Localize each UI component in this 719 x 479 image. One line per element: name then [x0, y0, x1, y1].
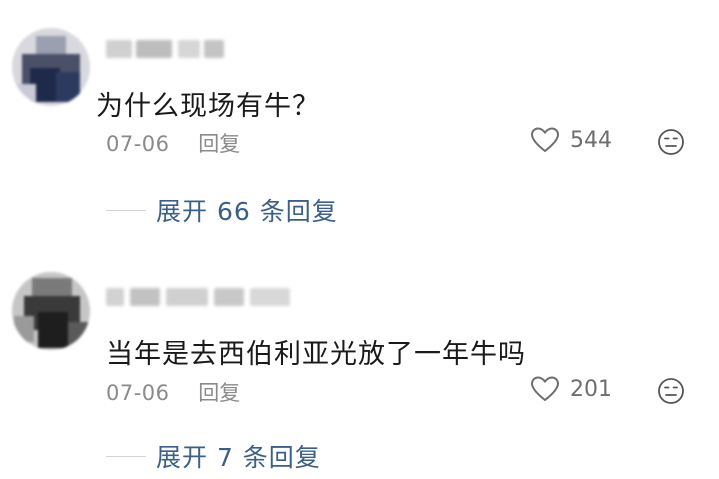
comment-text[interactable]: 为什么现场有牛？ [96, 84, 320, 123]
frown-face-icon[interactable] [656, 127, 686, 157]
expand-replies-label: 展开 66 条回复 [156, 197, 338, 226]
reply-button[interactable]: 回复 [198, 132, 240, 156]
frown-face-icon[interactable] [656, 376, 686, 406]
comment-meta: 07-06 回复 [106, 128, 240, 158]
expand-replies-button[interactable]: 展开 66 条回复 [106, 192, 338, 228]
reply-button[interactable]: 回复 [198, 381, 240, 405]
expand-divider [106, 455, 146, 457]
comment-meta: 07-06 回复 [106, 377, 240, 407]
username-blurred[interactable] [106, 284, 306, 310]
expand-replies-button[interactable]: 展开 7 条回复 [106, 438, 321, 474]
expand-replies-label: 展开 7 条回复 [156, 443, 321, 472]
like-count: 544 [570, 127, 612, 153]
heart-outline-icon [530, 376, 560, 402]
avatar[interactable] [12, 28, 90, 106]
like-count: 201 [570, 376, 612, 402]
heart-outline-icon [530, 127, 560, 153]
comment-text[interactable]: 当年是去西伯利亚光放了一年牛吗 [106, 332, 526, 371]
comment-list: 为什么现场有牛？ 07-06 回复 544 展开 66 条回复 当年是去西伯利亚… [0, 0, 719, 479]
comment-date: 07-06 [106, 132, 170, 156]
avatar[interactable] [12, 272, 90, 350]
like-button[interactable]: 201 [530, 375, 612, 403]
comment-date: 07-06 [106, 381, 170, 405]
expand-divider [106, 209, 146, 211]
like-button[interactable]: 544 [530, 126, 612, 154]
username-blurred[interactable] [106, 36, 226, 62]
